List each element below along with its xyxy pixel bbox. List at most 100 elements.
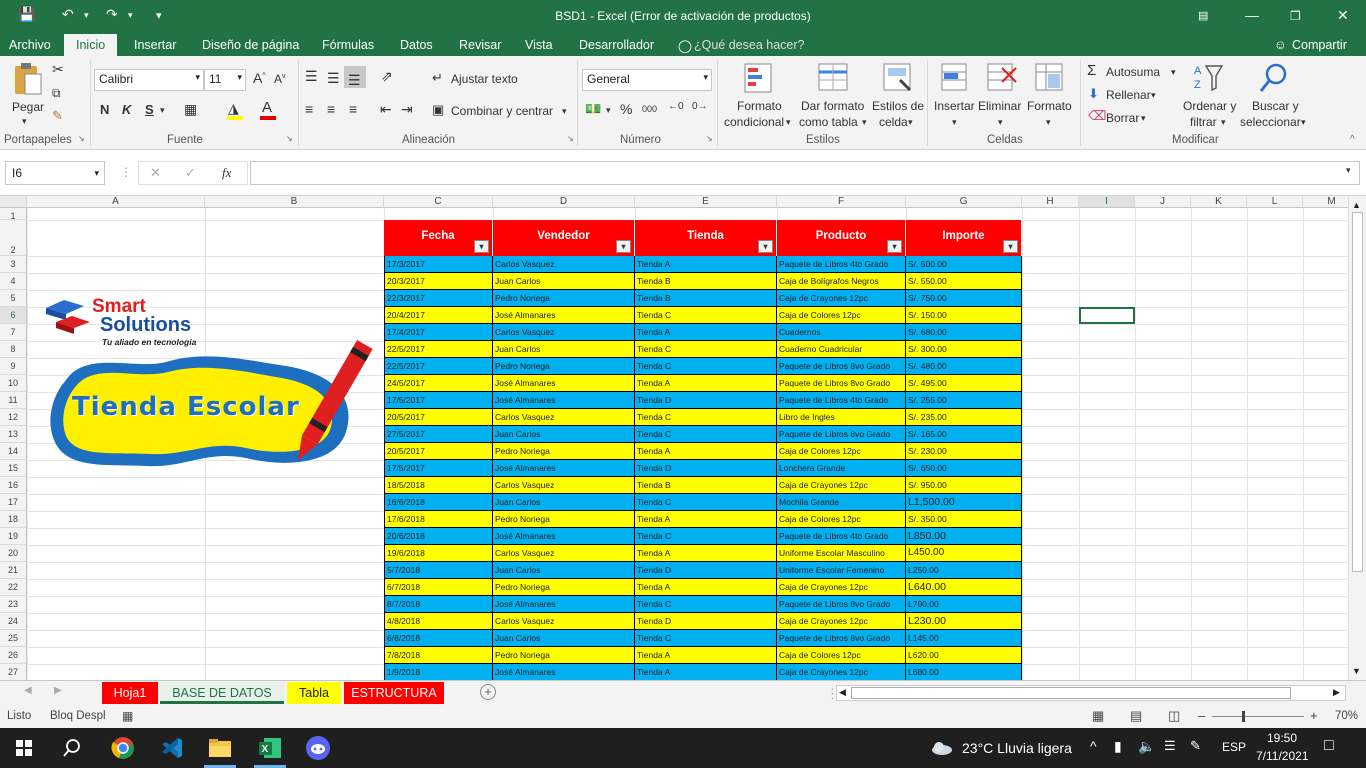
horizontal-scroll-thumb[interactable] — [851, 687, 1291, 699]
increase-decimal-icon[interactable]: ←0 — [668, 101, 684, 112]
header-tienda[interactable]: Tienda ▾ — [635, 220, 777, 256]
table-cell[interactable]: Tienda B — [635, 477, 777, 494]
table-cell[interactable]: 18/5/2018 — [384, 477, 493, 494]
battery-icon[interactable]: ▮ — [1114, 738, 1122, 755]
table-cell[interactable]: Tienda A — [635, 443, 777, 460]
table-cell[interactable]: Caja de Crayones 12pc — [777, 579, 906, 596]
alignment-launcher-icon[interactable]: ↘ — [567, 134, 574, 143]
clipboard-launcher-icon[interactable]: ↘ — [78, 134, 85, 143]
discord-icon[interactable] — [306, 736, 330, 760]
chevron-down-icon[interactable]: ▾ — [160, 105, 165, 116]
column-header-b[interactable]: B — [205, 196, 384, 208]
wrap-text-button[interactable]: Ajustar texto — [451, 72, 518, 86]
chevron-down-icon[interactable]: ▾ — [998, 117, 1003, 128]
table-cell[interactable]: Juan Carlos — [493, 426, 635, 443]
tab-inicio[interactable]: Inicio — [64, 34, 118, 56]
table-cell[interactable]: Paquete de Libros 8vo Grado — [777, 375, 906, 392]
table-cell[interactable]: S/. 680.00 — [906, 324, 1022, 341]
sheet-tab-estructura[interactable]: ESTRUCTURA — [344, 682, 444, 704]
table-cell[interactable]: Tienda A — [635, 545, 777, 562]
table-cell[interactable]: Tienda A — [635, 256, 777, 273]
tab-revisar[interactable]: Revisar — [459, 38, 501, 52]
table-cell[interactable]: 20/5/2017 — [384, 409, 493, 426]
weather-text[interactable]: 23°C Lluvia ligera — [962, 740, 1072, 756]
header-importe[interactable]: Importe ▾ — [906, 220, 1022, 256]
normal-view-icon[interactable]: ▦ — [1092, 708, 1104, 724]
table-cell[interactable]: José Almanares — [493, 460, 635, 477]
table-cell[interactable]: Tienda C — [635, 426, 777, 443]
notifications-icon[interactable]: □ — [1324, 737, 1334, 755]
column-header-e[interactable]: E — [635, 196, 777, 208]
table-cell[interactable]: Tienda D — [635, 562, 777, 579]
align-top-icon[interactable]: ☰ — [305, 68, 318, 85]
column-header-j[interactable]: J — [1135, 196, 1191, 208]
insert-cells-icon[interactable] — [940, 62, 970, 94]
align-right-icon[interactable]: ≡ — [349, 101, 357, 117]
scroll-left-icon[interactable]: ◀ — [839, 687, 846, 698]
tell-me-search[interactable]: ¿Qué desea hacer? — [694, 38, 805, 52]
row-header-18[interactable]: 18 — [0, 511, 27, 528]
enter-icon[interactable]: ✓ — [185, 165, 196, 181]
scroll-right-icon[interactable]: ▶ — [1333, 687, 1340, 698]
row-header-11[interactable]: 11 — [0, 392, 27, 409]
share-button[interactable]: Compartir — [1292, 38, 1347, 52]
column-header-k[interactable]: K — [1191, 196, 1247, 208]
share-icon[interactable]: ☺ — [1274, 38, 1287, 52]
table-cell[interactable]: Caja de Crayones 12pc — [777, 477, 906, 494]
table-cell[interactable]: Pedro Noriega — [493, 358, 635, 375]
align-left-icon[interactable]: ≡ — [305, 101, 313, 117]
underline-button[interactable]: S — [145, 102, 154, 117]
worksheet-grid[interactable]: ABCDEFGHIJKLM 1 2 3 4 5 6 7 8 9 10 11 12 13 14 15 16 17 1… — [0, 196, 1366, 680]
filter-dropdown-icon[interactable]: ▾ — [616, 240, 631, 253]
chevron-down-icon[interactable]: ▾ — [606, 105, 611, 116]
table-cell[interactable]: 20/4/2017 — [384, 307, 493, 324]
table-cell[interactable]: 7/8/2018 — [384, 647, 493, 664]
wifi-icon[interactable]: ☰ — [1164, 738, 1176, 754]
row-header-27[interactable]: 27 — [0, 664, 27, 680]
table-cell[interactable]: Tienda D — [635, 460, 777, 477]
add-sheet-button[interactable]: + — [480, 684, 496, 700]
ribbon-display-icon[interactable]: ▤ — [1198, 9, 1208, 22]
row-header-10[interactable]: 10 — [0, 375, 27, 392]
table-cell[interactable]: Caja de Colores 12pc — [777, 443, 906, 460]
filter-dropdown-icon[interactable]: ▾ — [887, 240, 902, 253]
table-cell[interactable]: Tienda B — [635, 290, 777, 307]
tab-insertar[interactable]: Insertar — [134, 38, 176, 52]
insert-function-icon[interactable]: fx — [222, 165, 231, 181]
table-cell[interactable]: Carlos Vasquez — [493, 613, 635, 630]
row-header-19[interactable]: 19 — [0, 528, 27, 545]
table-cell[interactable]: S/. 550.00 — [906, 273, 1022, 290]
table-cell[interactable]: 8/7/2018 — [384, 596, 493, 613]
page-break-icon[interactable]: ◫ — [1168, 708, 1180, 724]
row-header-17[interactable]: 17 — [0, 494, 27, 511]
table-cell[interactable]: S/. 255.00 — [906, 392, 1022, 409]
table-cell[interactable]: 16/6/2018 — [384, 494, 493, 511]
autosum-icon[interactable]: Σ — [1087, 62, 1096, 79]
fill-color-icon[interactable]: ◮ — [228, 100, 239, 117]
volume-icon[interactable]: 🔈 — [1138, 738, 1155, 755]
format-as-table-icon[interactable] — [817, 62, 851, 94]
chevron-down-icon[interactable]: ▾ — [1141, 113, 1146, 124]
table-cell[interactable]: L450.00 — [906, 545, 1022, 562]
table-cell[interactable]: Tienda C — [635, 596, 777, 613]
row-header-23[interactable]: 23 — [0, 596, 27, 613]
header-fecha[interactable]: Fecha ▾ — [384, 220, 493, 256]
chrome-icon[interactable] — [111, 736, 135, 760]
cell-styles-button[interactable]: Estilos de — [872, 99, 924, 113]
table-cell[interactable]: Paquete de Libros 8vo Grado — [777, 596, 906, 613]
row-header-21[interactable]: 21 — [0, 562, 27, 579]
column-header-f[interactable]: F — [777, 196, 906, 208]
wrap-text-icon[interactable]: ↵ — [432, 70, 443, 86]
row-header-9[interactable]: 9 — [0, 358, 27, 375]
table-cell[interactable]: L1,500.00 — [906, 494, 1022, 511]
chevron-down-icon[interactable]: ▾ — [786, 117, 791, 128]
excel-icon[interactable]: X — [258, 736, 282, 760]
conditional-format-button[interactable]: Formato — [737, 99, 782, 113]
table-cell[interactable]: 24/5/2017 — [384, 375, 493, 392]
sheet-tab-hoja1[interactable]: Hoja1 — [102, 682, 158, 704]
row-header-24[interactable]: 24 — [0, 613, 27, 630]
chevron-down-icon[interactable]: ▾ — [1046, 117, 1051, 128]
selected-cell-i6[interactable] — [1079, 307, 1135, 324]
italic-button[interactable]: K — [122, 102, 131, 117]
grow-font-icon[interactable]: A^ — [253, 70, 266, 86]
